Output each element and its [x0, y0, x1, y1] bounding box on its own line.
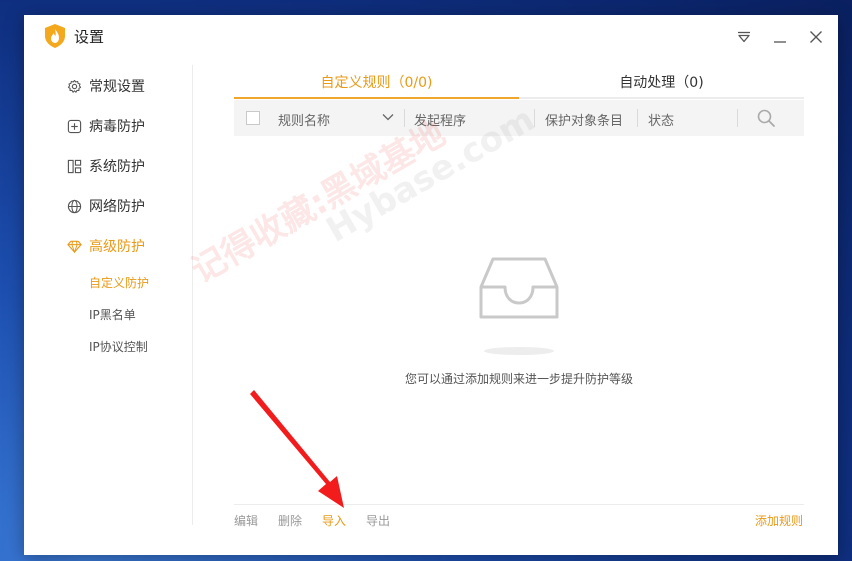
sidebar-divider [192, 65, 193, 525]
subitem-ip-protocol-control[interactable]: IP协议控制 [89, 338, 148, 355]
menu-button[interactable] [732, 25, 756, 49]
import-button[interactable]: 导入 [322, 512, 346, 529]
add-rule-button[interactable]: 添加规则 [755, 512, 803, 529]
minimize-button[interactable] [768, 25, 792, 49]
tab-auto-handle[interactable]: 自动处理（0) [519, 69, 804, 99]
sidebar-item-label: 高级防护 [89, 239, 145, 255]
export-button[interactable]: 导出 [366, 512, 390, 529]
sidebar-item-label: 系统防护 [89, 159, 145, 175]
select-all-checkbox[interactable] [246, 111, 260, 125]
sidebar-item-advanced[interactable]: 高级防护 [66, 235, 145, 257]
close-icon [810, 31, 822, 43]
close-button[interactable] [804, 25, 828, 49]
title-bar: 设置 [24, 15, 838, 59]
column-separator [737, 109, 738, 127]
column-separator [637, 109, 638, 127]
subitem-custom-protection[interactable]: 自定义防护 [89, 274, 149, 291]
empty-message: 您可以通过添加规则来进一步提升防护等级 [404, 372, 633, 386]
chevron-down-icon[interactable] [382, 113, 394, 121]
tab-custom-rules[interactable]: 自定义规则（0/0) [234, 69, 519, 99]
table-header: 规则名称 发起程序 保护对象条目 状态 [234, 100, 804, 136]
sidebar-item-label: 病毒防护 [89, 119, 145, 135]
column-status: 状态 [648, 114, 675, 129]
sidebar-item-label: 网络防护 [89, 199, 145, 215]
sidebar-item-general[interactable]: 常规设置 [66, 75, 145, 97]
annotation-arrow-icon [250, 390, 344, 508]
search-icon[interactable] [756, 108, 776, 128]
delete-button[interactable]: 删除 [278, 512, 302, 529]
settings-window: 设置 常规设置 病毒防护 系统防护 网络防护 高级防护 自定义防护 IP黑名单 … [24, 15, 838, 555]
column-initiator: 发起程序 [414, 114, 467, 129]
edit-button[interactable]: 编辑 [234, 512, 258, 529]
sidebar-item-label: 常规设置 [89, 79, 145, 95]
shield-flame-logo-icon [45, 24, 65, 48]
minimize-icon [774, 41, 786, 43]
column-separator [404, 109, 405, 127]
diamond-icon [66, 238, 82, 254]
column-protected-items: 保护对象条目 [545, 114, 624, 129]
sidebar-item-virus[interactable]: 病毒防护 [66, 115, 145, 137]
sidebar-item-system[interactable]: 系统防护 [66, 155, 145, 177]
footer-divider [234, 504, 804, 505]
menu-triangle-icon [738, 31, 750, 43]
grid-icon [66, 158, 82, 174]
globe-icon [66, 198, 82, 214]
tab-bar: 自定义规则（0/0) 自动处理（0) [234, 69, 804, 99]
sidebar: 常规设置 病毒防护 系统防护 网络防护 高级防护 自定义防护 IP黑名单 IP协… [24, 65, 192, 525]
window-title: 设置 [74, 28, 105, 46]
empty-shadow [484, 347, 554, 355]
subitem-ip-blacklist[interactable]: IP黑名单 [89, 306, 136, 323]
plus-square-icon [66, 118, 82, 134]
empty-inbox-icon [479, 257, 559, 319]
gear-icon [66, 78, 82, 94]
sidebar-item-network[interactable]: 网络防护 [66, 195, 145, 217]
column-separator [534, 109, 535, 127]
column-rule-name: 规则名称 [278, 114, 331, 129]
